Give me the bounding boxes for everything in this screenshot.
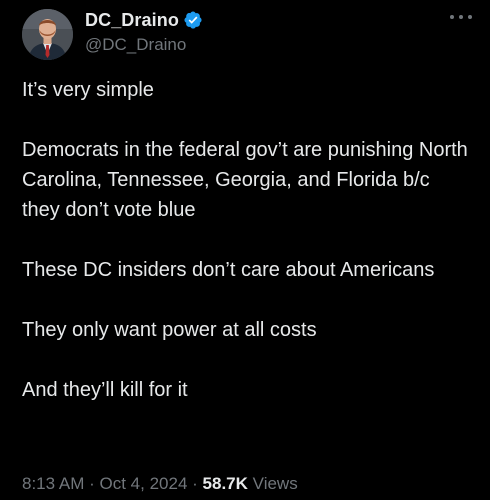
more-dot	[459, 15, 463, 19]
tweet-time[interactable]: 8:13 AM	[22, 474, 84, 493]
author-handle[interactable]: @DC_Draino	[85, 35, 203, 55]
tweet-paragraph: It’s very simple	[22, 79, 154, 101]
views-count[interactable]: 58.7K	[203, 474, 248, 493]
meta-separator: ·	[192, 474, 198, 493]
tweet-text: It’s very simple Democrats in the federa…	[22, 75, 472, 435]
tweet-paragraph: And they’ll kill for it	[22, 379, 188, 401]
tweet-date[interactable]: Oct 4, 2024	[100, 474, 188, 493]
meta-separator: ·	[89, 474, 95, 493]
more-dot	[468, 15, 472, 19]
views-label: Views	[252, 474, 298, 493]
display-name-row: DC_Draino	[85, 9, 203, 31]
display-name[interactable]: DC_Draino	[85, 10, 179, 31]
verified-badge-icon[interactable]	[183, 10, 203, 30]
tweet-paragraph: Democrats in the federal gov’t are punis…	[22, 139, 468, 221]
more-horizontal-icon[interactable]	[450, 12, 472, 22]
author-info: DC_Draino @DC_Draino	[85, 9, 203, 55]
tweet-header: DC_Draino @DC_Draino	[22, 6, 472, 60]
avatar[interactable]	[22, 9, 73, 60]
more-dot	[450, 15, 454, 19]
tweet-card: DC_Draino @DC_Draino It’s very simple De…	[0, 0, 490, 500]
tweet-paragraph: These DC insiders don’t care about Ameri…	[22, 259, 435, 281]
tweet-meta: 8:13 AM · Oct 4, 2024 · 58.7K Views	[22, 474, 298, 494]
tweet-paragraph: They only want power at all costs	[22, 319, 317, 341]
